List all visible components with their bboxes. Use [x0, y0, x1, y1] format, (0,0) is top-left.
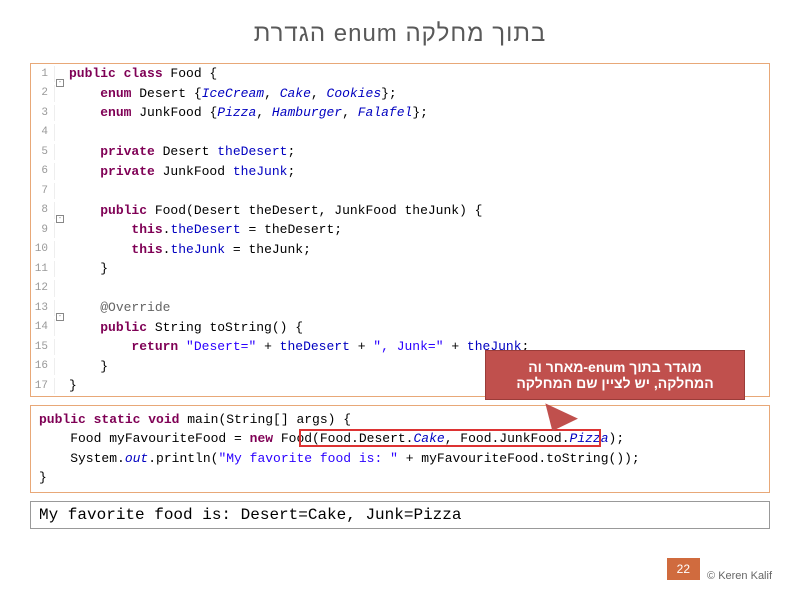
- code-line: 14 public String toString() {: [31, 318, 769, 338]
- code-content: [67, 279, 77, 299]
- line-number: 1: [31, 66, 55, 83]
- code-line: 2 enum Desert {IceCream, Cake, Cookies};: [31, 84, 769, 104]
- code-line: 11 }: [31, 259, 769, 279]
- code-line: 13- @Override: [31, 298, 769, 318]
- code-line: 10 this.theJunk = theJunk;: [31, 240, 769, 260]
- line-number: 12: [31, 280, 55, 297]
- code-line: 3 enum JunkFood {Pizza, Hamburger, Falaf…: [31, 103, 769, 123]
- code-line: 7: [31, 181, 769, 201]
- line-number: 14: [31, 319, 55, 336]
- code-line: 12: [31, 279, 769, 299]
- line-number: 16: [31, 358, 55, 375]
- code-content: [67, 123, 77, 143]
- code-content: public String toString() {: [67, 318, 303, 338]
- line-number: 8: [31, 202, 55, 219]
- code-content: [67, 181, 77, 201]
- code-line: 4: [31, 123, 769, 143]
- line-number: 4: [31, 124, 55, 141]
- line-number: 5: [31, 144, 55, 161]
- line-number: 9: [31, 222, 55, 239]
- copyright-text: © Keren Kalif: [707, 570, 772, 582]
- callout-box: מאחר וה-enum מוגדר בתוך המחלקה, יש לציין…: [485, 350, 745, 400]
- code-content: this.theJunk = theJunk;: [67, 240, 311, 260]
- code-content: }: [67, 357, 108, 377]
- output-block: My favorite food is: Desert=Cake, Junk=P…: [30, 501, 770, 529]
- callout-text: מאחר וה-enum מוגדר בתוך המחלקה, יש לציין…: [516, 359, 713, 391]
- slide-title: הגדרת enum בתוך מחלקה: [30, 20, 770, 48]
- code-content: private JunkFood theJunk;: [67, 162, 295, 182]
- fold-icon[interactable]: -: [56, 313, 64, 321]
- line-number: 13: [31, 300, 55, 317]
- code-content: return "Desert=" + theDesert + ", Junk="…: [67, 337, 529, 357]
- line-number: 15: [31, 339, 55, 356]
- code-content: public Food(Desert theDesert, JunkFood t…: [67, 201, 483, 221]
- code-block-main: public static void main(String[] args) {…: [30, 405, 770, 493]
- code-content: this.theDesert = theDesert;: [67, 220, 342, 240]
- code-line: Food myFavouriteFood = new Food(Food.Des…: [39, 429, 761, 449]
- line-number: 17: [31, 378, 55, 395]
- code-line: 5 private Desert theDesert;: [31, 142, 769, 162]
- line-number: 11: [31, 261, 55, 278]
- code-content: @Override: [67, 298, 170, 318]
- code-line: 1-public class Food {: [31, 64, 769, 84]
- code-line: 6 private JunkFood theJunk;: [31, 162, 769, 182]
- fold-icon[interactable]: -: [56, 79, 64, 87]
- code-line: public static void main(String[] args) {: [39, 410, 761, 430]
- code-line: 9 this.theDesert = theDesert;: [31, 220, 769, 240]
- code-content: enum Desert {IceCream, Cake, Cookies};: [67, 84, 397, 104]
- line-number: 3: [31, 105, 55, 122]
- code-block-food-class: 1-public class Food {2 enum Desert {IceC…: [30, 63, 770, 397]
- slide-container: הגדרת enum בתוך מחלקה 1-public class Foo…: [0, 0, 800, 600]
- fold-icon[interactable]: -: [56, 215, 64, 223]
- code-content: enum JunkFood {Pizza, Hamburger, Falafel…: [67, 103, 428, 123]
- page-number-badge: 22: [667, 558, 700, 580]
- code-content: public class Food {: [67, 64, 217, 84]
- code-line: 8- public Food(Desert theDesert, JunkFoo…: [31, 201, 769, 221]
- code-line: }: [39, 468, 761, 488]
- code-content: }: [67, 259, 108, 279]
- code-content: private Desert theDesert;: [67, 142, 295, 162]
- code-content: }: [67, 376, 77, 396]
- line-number: 2: [31, 85, 55, 102]
- line-number: 10: [31, 241, 55, 258]
- line-number: 7: [31, 183, 55, 200]
- code-line: System.out.println("My favorite food is:…: [39, 449, 761, 469]
- line-number: 6: [31, 163, 55, 180]
